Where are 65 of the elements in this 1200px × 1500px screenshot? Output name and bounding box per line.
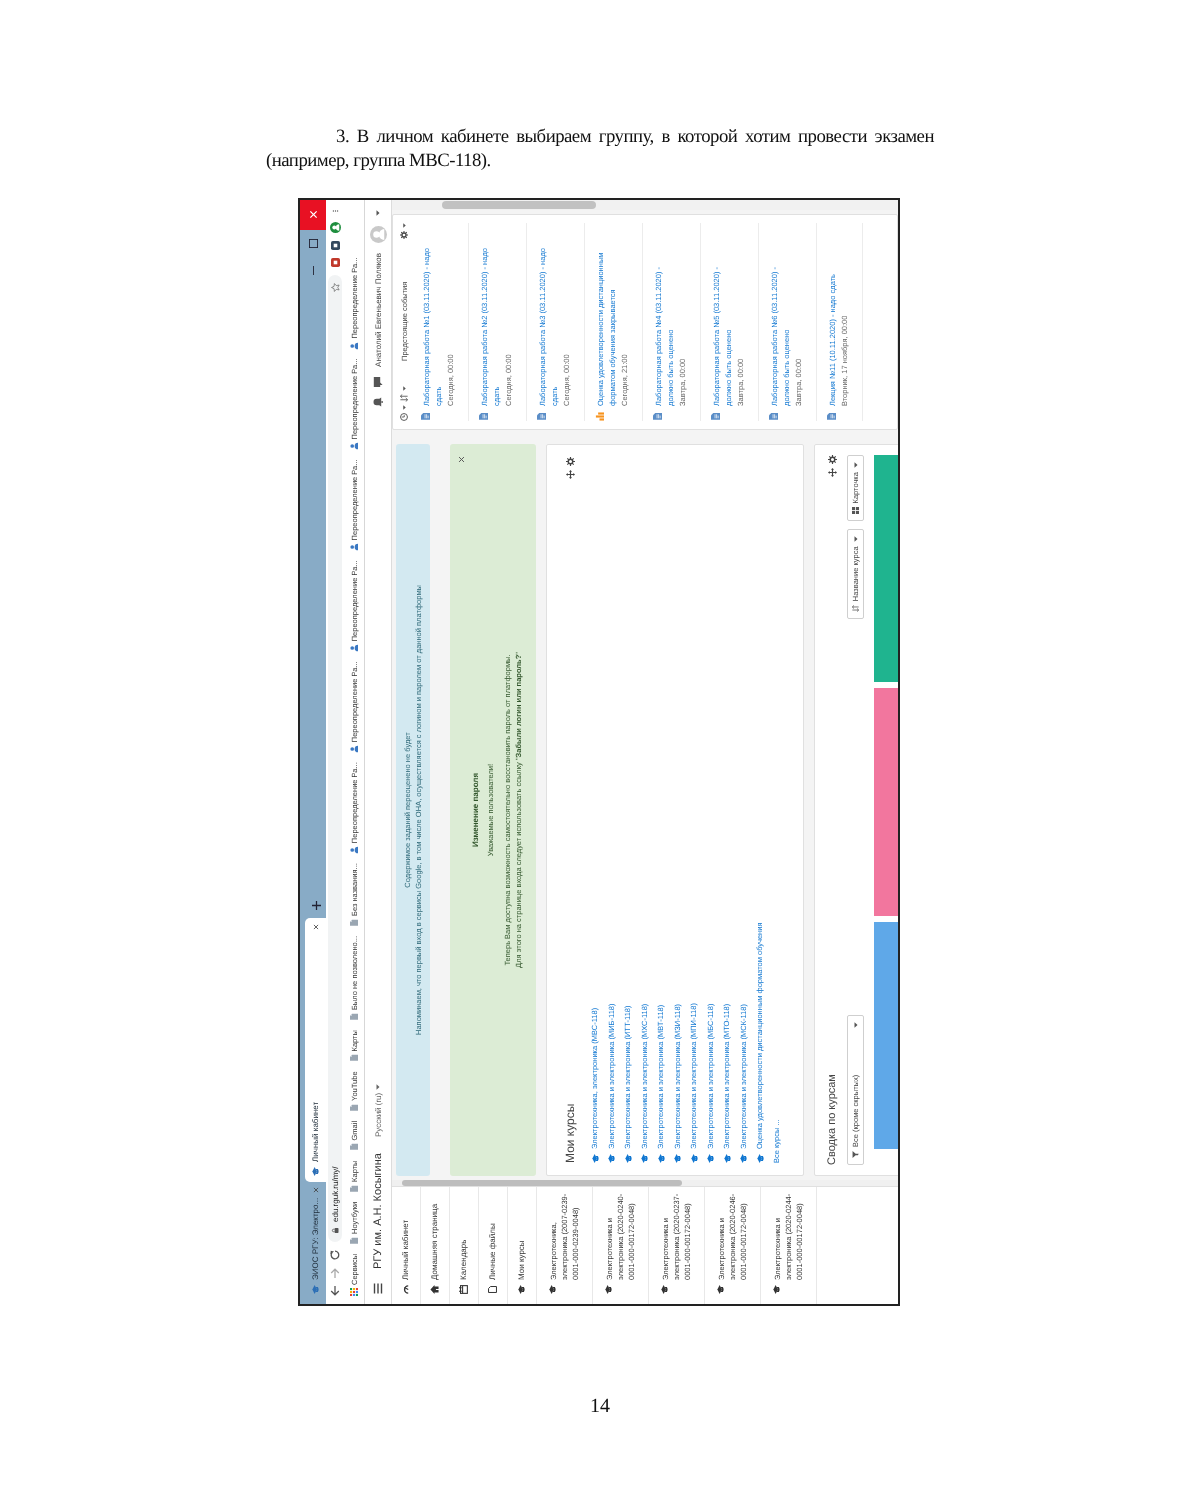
graduation-cap-icon	[739, 1154, 749, 1163]
gauge-icon	[401, 1285, 410, 1294]
page-icon	[350, 1054, 358, 1063]
graduation-cap-icon	[311, 1285, 320, 1294]
person-icon	[350, 341, 358, 350]
bar-chart-icon	[595, 412, 604, 421]
graduation-cap-icon	[590, 1154, 600, 1163]
menu-icon[interactable]	[373, 1283, 383, 1294]
person-icon	[350, 442, 358, 451]
document-icon	[479, 412, 488, 421]
move-icon[interactable]	[565, 470, 575, 479]
document-icon	[653, 412, 662, 421]
caret-icon	[375, 1083, 381, 1090]
back-icon[interactable]	[330, 1286, 340, 1296]
avatar-icon[interactable]	[329, 222, 341, 233]
person-icon	[350, 846, 358, 855]
page-number: 14	[590, 1396, 610, 1418]
document-icon	[827, 412, 836, 421]
graduation-cap-icon	[772, 1285, 781, 1294]
graduation-cap-icon	[640, 1154, 650, 1163]
graduation-cap-icon	[755, 1154, 765, 1163]
graduation-cap-icon	[656, 1154, 666, 1163]
document-icon	[537, 412, 546, 421]
graduation-cap-icon	[660, 1285, 669, 1294]
reload-icon[interactable]	[330, 1250, 340, 1260]
graduation-cap-icon	[607, 1154, 617, 1163]
page-icon	[350, 1103, 358, 1112]
graduation-cap-icon	[722, 1154, 732, 1163]
graduation-cap-icon	[311, 1167, 320, 1176]
graduation-cap-icon	[548, 1285, 557, 1294]
page-icon	[350, 1184, 358, 1193]
page-icon	[350, 919, 358, 927]
home-icon	[430, 1285, 439, 1294]
gear-icon[interactable]	[565, 457, 575, 466]
graduation-cap-icon	[673, 1154, 683, 1163]
tile-icon[interactable]	[330, 258, 340, 267]
graduation-cap-icon	[689, 1154, 699, 1163]
scrollbar-thumb[interactable]	[402, 1180, 682, 1186]
graduation-cap-icon	[716, 1285, 725, 1294]
graduation-cap-icon	[706, 1154, 716, 1163]
grid-icon	[350, 1288, 358, 1296]
graduation-cap-icon	[517, 1285, 526, 1294]
caret-icon[interactable]	[401, 386, 407, 391]
instruction-text: 3. В личном кабинете выбираем группу, в которой хотим провести экзамен (например, группа МВС-118).	[266, 126, 934, 174]
graduation-cap-icon	[604, 1285, 613, 1294]
move-icon[interactable]	[827, 468, 837, 477]
bell-icon[interactable]	[373, 396, 383, 407]
person-icon	[350, 644, 358, 653]
page-icon	[350, 1013, 358, 1022]
filter-icon	[852, 1151, 859, 1158]
person-icon	[350, 745, 358, 754]
document-icon	[769, 412, 778, 421]
document-icon	[421, 412, 430, 421]
gear-icon[interactable]	[827, 455, 837, 464]
chat-icon[interactable]	[373, 376, 383, 387]
page-icon	[350, 1236, 358, 1245]
tile-icon[interactable]	[330, 241, 340, 250]
grid-icon	[852, 507, 859, 515]
caret-icon[interactable]	[401, 405, 407, 410]
graduation-cap-icon	[623, 1154, 633, 1163]
document-icon	[711, 412, 720, 421]
person-icon	[350, 543, 358, 552]
lock-icon	[331, 1227, 339, 1234]
page-icon	[350, 1143, 358, 1152]
scrollbar-thumb[interactable]	[442, 201, 596, 209]
